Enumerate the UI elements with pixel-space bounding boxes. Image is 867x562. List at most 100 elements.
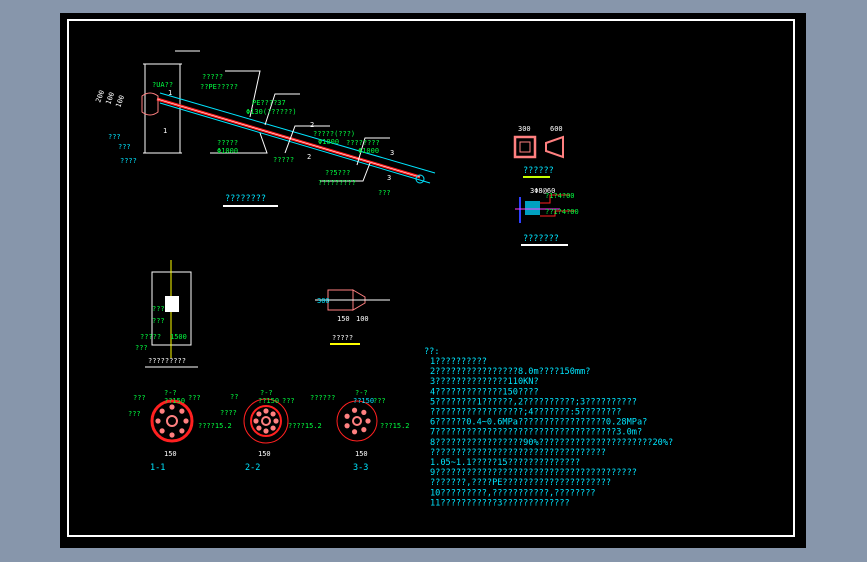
strand-dot	[256, 425, 262, 431]
label: ??????	[310, 394, 335, 402]
strand-dot	[159, 428, 165, 434]
label: ??5???	[325, 169, 350, 177]
section-title: 2-2	[245, 463, 260, 473]
view-title: ???????	[523, 234, 559, 244]
label: ???	[282, 397, 295, 405]
dim-label: 150	[337, 315, 350, 323]
label: ??150	[258, 397, 279, 405]
label: ?????????	[318, 179, 356, 187]
label: ?????	[140, 333, 161, 341]
note-line: 4?????????????150????	[430, 387, 539, 397]
notes: ??: 1??????????2????????????????8.0m????…	[424, 347, 673, 508]
label: ????????	[346, 139, 380, 147]
main-anchor-view: ????? ??PE????? ?UA?? PE????37 Φ130(????…	[94, 50, 436, 207]
section-mark: 3	[387, 174, 391, 182]
dim-label: 100	[356, 315, 369, 323]
strand-dot	[263, 428, 269, 434]
note-line: 8?????????????????90%???????????????????…	[430, 438, 673, 448]
note-line: 10?????????,???????????,????????	[430, 488, 596, 498]
label: ???	[133, 394, 146, 402]
strand-dot	[169, 404, 175, 410]
drawing-canvas[interactable]: ????? ??PE????? ?UA?? PE????37 Φ130(????…	[60, 13, 806, 548]
label: ??150	[353, 397, 374, 405]
note-line: 1.05~1.1?????15??????????????	[430, 458, 580, 468]
dim-label: 150	[355, 450, 368, 458]
label: ???	[373, 397, 386, 405]
label: ????	[220, 409, 237, 417]
section-mark: 1	[168, 89, 172, 97]
note-line: 5????????1??????,2??????????;3??????????	[430, 397, 637, 407]
strand-dot	[183, 418, 189, 424]
label: ????	[120, 157, 137, 165]
label: ????15.2	[198, 422, 232, 430]
dim-label: 300	[317, 297, 330, 305]
label: Φ1000	[318, 138, 339, 146]
note-line: ??????????????????????????????????	[430, 448, 606, 458]
strand-dot	[155, 418, 161, 424]
note-line: ???????,????PE?????????????????????	[430, 478, 611, 488]
section-mark: 1	[163, 127, 167, 135]
strand-dot	[273, 418, 279, 424]
box-detail: 300 600 ??????	[513, 125, 564, 178]
label: Φ1000	[358, 147, 379, 155]
label: ??150	[164, 397, 185, 405]
strand-dot	[344, 413, 350, 419]
strand-dot	[179, 428, 185, 434]
label: ???15.2	[380, 422, 410, 430]
note-line: 1??????????	[430, 357, 487, 367]
label: ?????	[202, 73, 223, 81]
view-title: ????????	[225, 194, 266, 204]
strand-dot	[344, 423, 350, 429]
dim-label: 150	[164, 450, 177, 458]
label: ?-?	[355, 389, 368, 397]
label: ??PE?????	[200, 83, 238, 91]
label: ???	[128, 410, 141, 418]
anchor-head: 150 100 300 ?????	[315, 289, 390, 345]
note-line: ??????????????????;4???????:5????????	[430, 408, 621, 418]
strand-dot	[361, 409, 367, 415]
label: ???	[118, 143, 131, 151]
note-line: 3??????????????110KN?	[430, 377, 539, 387]
view-title: ?????????	[148, 357, 186, 365]
strand-dot	[270, 411, 276, 417]
label: ???	[135, 344, 148, 352]
dim-label: 1500	[170, 333, 187, 341]
label: ??	[230, 393, 238, 401]
strand-dot	[351, 429, 358, 435]
section-title: 1-1	[150, 463, 165, 473]
label: ?????	[273, 156, 294, 164]
strand-dot	[361, 427, 367, 433]
strand-dot	[179, 408, 185, 414]
anchor-detail: 3Φ8@60 ?1?4?00 ??1?4?00 ???????	[515, 187, 579, 246]
label: ??1?4?00	[545, 208, 579, 216]
note-line: 11???????????3?????????????	[430, 498, 570, 508]
section-title: 3-3	[353, 463, 368, 473]
strand-dot	[263, 408, 269, 414]
section-mark: 2	[307, 153, 311, 161]
note-line: 6??????0.4~0.6MPa?????????????????0.28MP…	[430, 418, 647, 428]
section-2-2: 2-2 150 ?-? ??150 ?? ??? ???? ????15.2	[220, 389, 322, 473]
label: ???	[188, 394, 201, 402]
label: ?-?	[164, 389, 177, 397]
strand-dot	[270, 425, 276, 431]
label: ?1?4?00	[545, 192, 575, 200]
notes-heading: ??:	[424, 347, 440, 357]
strand-dot	[253, 418, 259, 424]
dim-label: 600	[550, 125, 563, 133]
strand-dot	[169, 432, 175, 438]
label: ?????(???)	[313, 130, 355, 138]
label: Φ1000	[217, 147, 238, 155]
label: ???	[152, 317, 165, 325]
label: ???	[152, 305, 165, 313]
label: ???	[378, 189, 391, 197]
strand-dot	[159, 408, 165, 414]
label: ????15.2	[288, 422, 322, 430]
label: ???	[108, 133, 121, 141]
note-line: 7???????????????????????????????????3.0m…	[430, 428, 642, 438]
view-title: ??????	[523, 166, 554, 176]
strand-dot	[365, 418, 371, 424]
label: ?????	[217, 139, 238, 147]
dim-label: 150	[258, 450, 271, 458]
label: Φ130(??????)	[246, 108, 297, 116]
section-mark: 2	[310, 121, 314, 129]
